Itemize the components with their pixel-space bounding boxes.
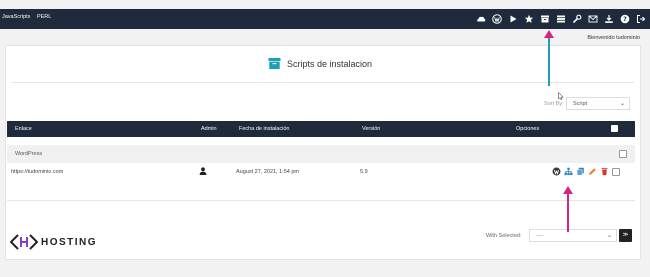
title-divider — [12, 82, 634, 83]
select-all-checkbox[interactable] — [611, 125, 618, 132]
page-title-text: Scripts de instalacion — [287, 58, 373, 69]
wordpress-icon[interactable] — [492, 14, 502, 24]
trash-icon[interactable] — [600, 167, 609, 176]
help-icon[interactable]: ? — [620, 14, 630, 24]
brand-logo-icon — [10, 234, 38, 250]
sort-select-value: Script — [573, 101, 588, 107]
col-version: Versión — [362, 126, 381, 132]
go-button[interactable]: ≫ — [619, 229, 632, 242]
col-fecha: Fecha de instalación — [239, 126, 290, 132]
edit-icon[interactable] — [588, 167, 597, 176]
cloudflare-icon[interactable] — [476, 14, 486, 24]
mail-icon[interactable] — [588, 14, 598, 24]
install-date: August 27, 2021, 1:54 pm — [236, 169, 299, 175]
chevron-down-icon: ⌄ — [619, 101, 625, 107]
box-icon — [268, 58, 281, 69]
wrench-icon[interactable] — [572, 14, 582, 24]
star-icon[interactable] — [524, 14, 534, 24]
welcome-text: Bienvenido tudominio — [587, 35, 640, 41]
page-title: Scripts de instalacion — [268, 57, 372, 70]
box-icon[interactable] — [540, 14, 550, 24]
logo-text: HOSTING — [41, 236, 98, 248]
row-checkbox[interactable] — [612, 168, 620, 176]
group-label: WordPress — [15, 151, 43, 157]
chevron-down-icon: ⌄ — [606, 233, 612, 239]
group-checkbox[interactable] — [619, 150, 627, 158]
hosting-logo: HOSTING — [10, 234, 97, 250]
col-enlace: Enlace — [15, 126, 32, 132]
play-icon[interactable] — [508, 14, 518, 24]
logout-icon[interactable] — [636, 14, 646, 24]
with-selected-value: ---- — [536, 233, 544, 239]
table-row: https://tudominio.com August 27, 2021, 1… — [7, 165, 635, 181]
with-selected-select[interactable]: ---- ⌄ — [529, 229, 617, 242]
sitemap-icon[interactable] — [564, 167, 573, 176]
row-options — [552, 167, 609, 176]
list-icon[interactable] — [556, 14, 566, 24]
brand-links: JavaScripts PERL — [2, 14, 56, 20]
sort-select[interactable]: Script ⌄ — [566, 97, 630, 110]
mouse-cursor-icon — [558, 92, 564, 100]
svg-text:?: ? — [623, 15, 627, 23]
row-divider — [7, 200, 635, 201]
sort-label: Sort By: — [544, 101, 564, 107]
nav-link-perl[interactable]: PERL — [37, 14, 51, 20]
group-row: WordPress — [7, 145, 635, 163]
nav-link-javascripts[interactable]: JavaScripts — [2, 14, 30, 20]
col-admin: Admin — [201, 126, 217, 132]
clone-icon[interactable] — [576, 167, 585, 176]
table-header: Enlace Admin Fecha de instalación Versió… — [7, 121, 635, 137]
download-icon[interactable] — [604, 14, 614, 24]
with-selected-label: With Selected: — [486, 233, 522, 239]
install-link[interactable]: https://tudominio.com — [11, 169, 63, 175]
wordpress-icon[interactable] — [552, 167, 561, 176]
col-opciones: Opciones — [516, 126, 540, 132]
top-navbar: JavaScripts PERL ? — [0, 9, 650, 29]
install-version: 5.9 — [360, 169, 368, 175]
user-icon[interactable] — [199, 167, 207, 177]
toolbar-icons: ? — [476, 12, 646, 26]
